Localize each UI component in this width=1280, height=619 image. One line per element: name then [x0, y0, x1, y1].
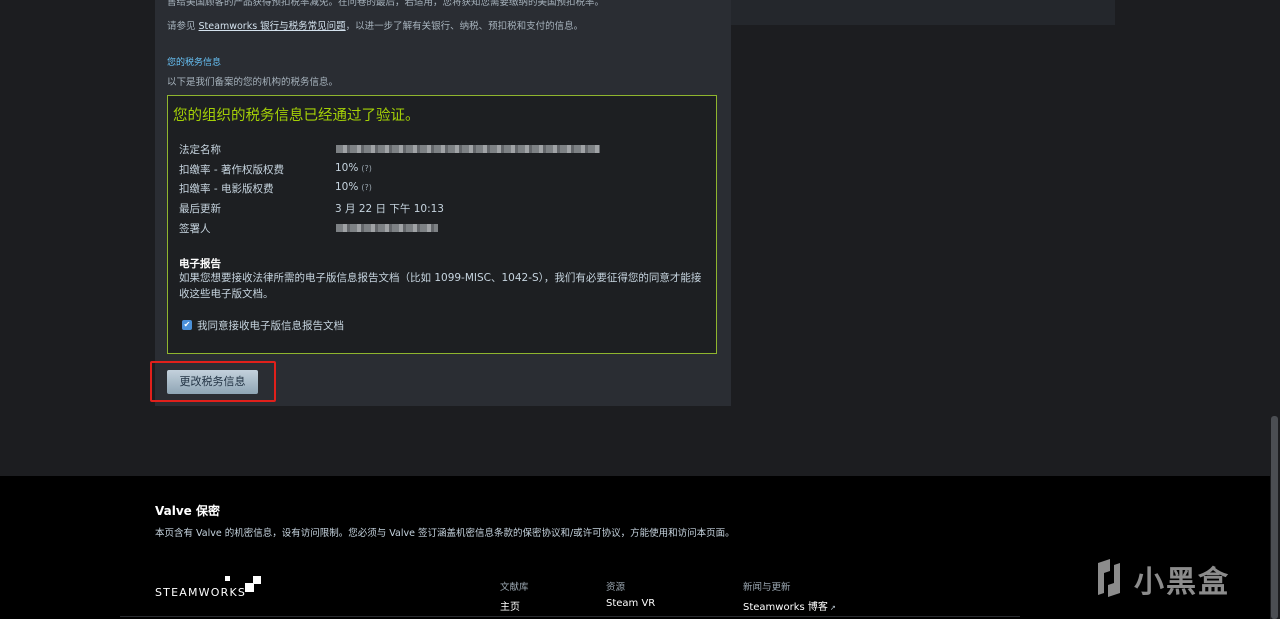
copyright-rate-label: 扣缴率 - 著作权版权费: [179, 164, 284, 176]
logo-square: [245, 583, 254, 592]
side-panel: [731, 0, 1115, 25]
consent-checkbox[interactable]: ✔: [182, 320, 192, 330]
footer-col-heading-docs: 文献库: [500, 582, 529, 593]
footer-link-steamvr[interactable]: Steam VR: [606, 598, 655, 609]
intro-suffix: ，以进一步了解有关银行、纳税、预扣税和支付的信息。: [345, 21, 584, 32]
copyright-rate-value: 10% (?): [335, 162, 372, 174]
signer-redacted: [336, 224, 438, 232]
verified-title: 您的组织的税务信息已经通过了验证。: [173, 108, 420, 124]
intro-prefix: 请参见: [167, 21, 199, 32]
footer-col-heading-resources: 资源: [606, 582, 626, 593]
footer-description: 本页含有 Valve 的机密信息，设有访问限制。您必须与 Valve 签订涵盖机…: [155, 528, 735, 539]
footer-col-heading-news: 新闻与更新: [743, 582, 791, 593]
intro-text: 售给美国顾客的产品获得预扣税率减免。在问卷的最后，若适用，您将获知您需要缴纳的美…: [167, 0, 605, 8]
footer-link-blog-label: Steamworks 博客: [743, 602, 828, 613]
heybox-logo-icon: [1098, 559, 1120, 597]
footer-link-blog[interactable]: Steamworks 博客 ↗: [743, 598, 836, 613]
tax-info-heading: 您的税务信息: [167, 58, 222, 68]
steamworks-logo[interactable]: STEAMWORKS: [155, 576, 265, 602]
external-link-icon: ↗: [829, 604, 836, 612]
logo-square: [225, 576, 230, 581]
legal-name-label: 法定名称: [179, 144, 221, 156]
footer-title: Valve 保密: [155, 504, 220, 518]
help-icon[interactable]: (?): [361, 164, 372, 173]
footer-link-home[interactable]: 主页: [500, 598, 520, 613]
change-tax-info-button[interactable]: 更改税务信息: [167, 370, 258, 394]
tax-info-description: 以下是我们备案的您的机构的税务信息。: [167, 77, 339, 88]
help-icon[interactable]: (?): [361, 183, 372, 192]
ereport-description: 如果您想要接收法律所需的电子版信息报告文档（比如 1099-MISC、1042-…: [179, 272, 702, 300]
footer-divider: [120, 616, 1020, 617]
watermark: 小黑盒: [1088, 555, 1248, 603]
logo-square: [253, 576, 261, 584]
faq-link[interactable]: Steamworks 银行与税务常见问题: [199, 21, 346, 32]
last-updated-label: 最后更新: [179, 203, 221, 215]
film-rate-label: 扣缴率 - 电影版权费: [179, 183, 274, 195]
film-rate-value: 10% (?): [335, 181, 372, 193]
copyright-rate-number: 10%: [335, 162, 359, 174]
legal-name-redacted: [336, 145, 600, 153]
signer-label: 签署人: [179, 223, 211, 235]
film-rate-number: 10%: [335, 181, 359, 193]
scrollbar-thumb[interactable]: [1271, 416, 1278, 619]
ereport-title: 电子报告: [179, 258, 221, 270]
last-updated-value: 3 月 22 日 下午 10:13: [335, 203, 444, 215]
logo-text: STEAMWORKS: [155, 586, 247, 599]
consent-label[interactable]: 我同意接收电子版信息报告文档: [197, 318, 344, 333]
watermark-text: 小黑盒: [1134, 565, 1230, 600]
intro-help-text: 请参见 Steamworks 银行与税务常见问题，以进一步了解有关银行、纳税、预…: [167, 18, 583, 32]
tax-info-box: [167, 95, 717, 354]
